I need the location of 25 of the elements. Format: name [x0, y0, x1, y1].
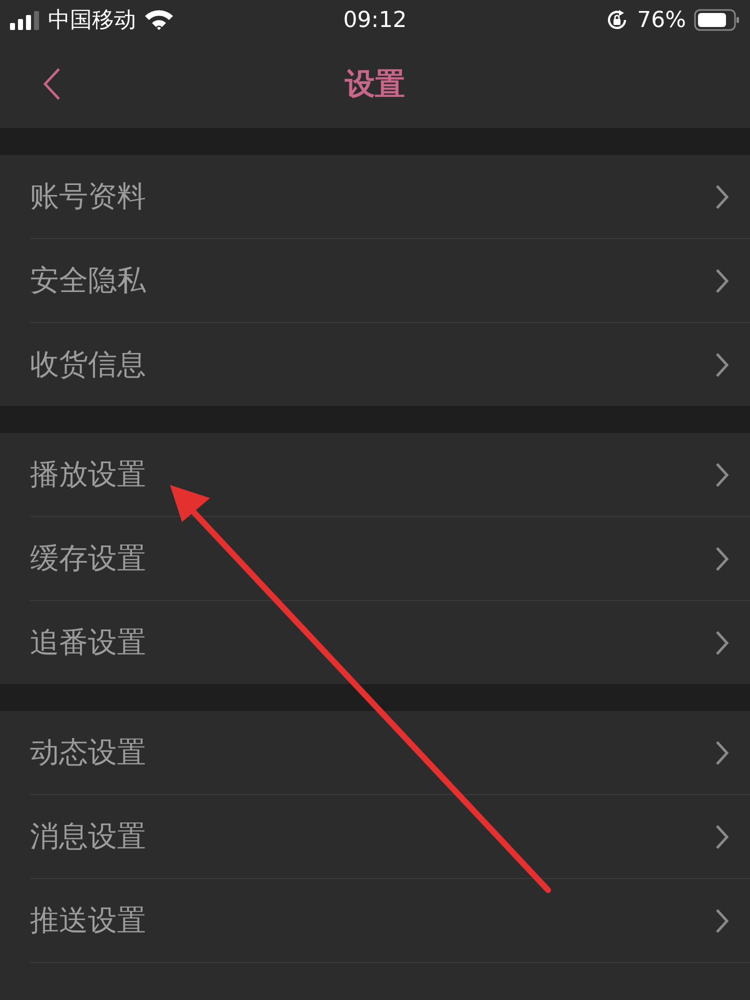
battery-percent: 76% — [637, 8, 686, 32]
chevron-icon — [714, 906, 730, 934]
settings-row[interactable]: 安全隐私 — [30, 239, 750, 323]
chevron-icon — [714, 822, 730, 850]
settings-row[interactable]: 追番设置 — [30, 601, 750, 684]
signal-icon — [10, 10, 40, 30]
chevron-icon — [714, 738, 730, 766]
page-title: 设置 — [345, 66, 405, 104]
back-button[interactable] — [42, 67, 62, 101]
battery-icon — [694, 8, 740, 32]
settings-row[interactable]: 账号资料 — [30, 155, 750, 239]
chevron-icon — [714, 628, 730, 656]
chevron-icon — [714, 544, 730, 572]
wifi-icon — [144, 9, 174, 31]
chevron-icon — [714, 460, 730, 488]
carrier-name: 中国移动 — [48, 7, 136, 35]
chevron-icon — [714, 266, 730, 294]
chevron-icon — [714, 182, 730, 210]
chevron-icon — [714, 350, 730, 378]
settings-row[interactable]: 收货信息 — [30, 323, 750, 406]
settings-row[interactable]: 推送设置 — [30, 879, 750, 963]
settings-row[interactable]: 动态设置 — [30, 711, 750, 795]
settings-row[interactable]: 消息设置 — [30, 795, 750, 879]
status-time: 09:12 — [343, 8, 407, 32]
settings-row[interactable]: 缓存设置 — [30, 517, 750, 601]
